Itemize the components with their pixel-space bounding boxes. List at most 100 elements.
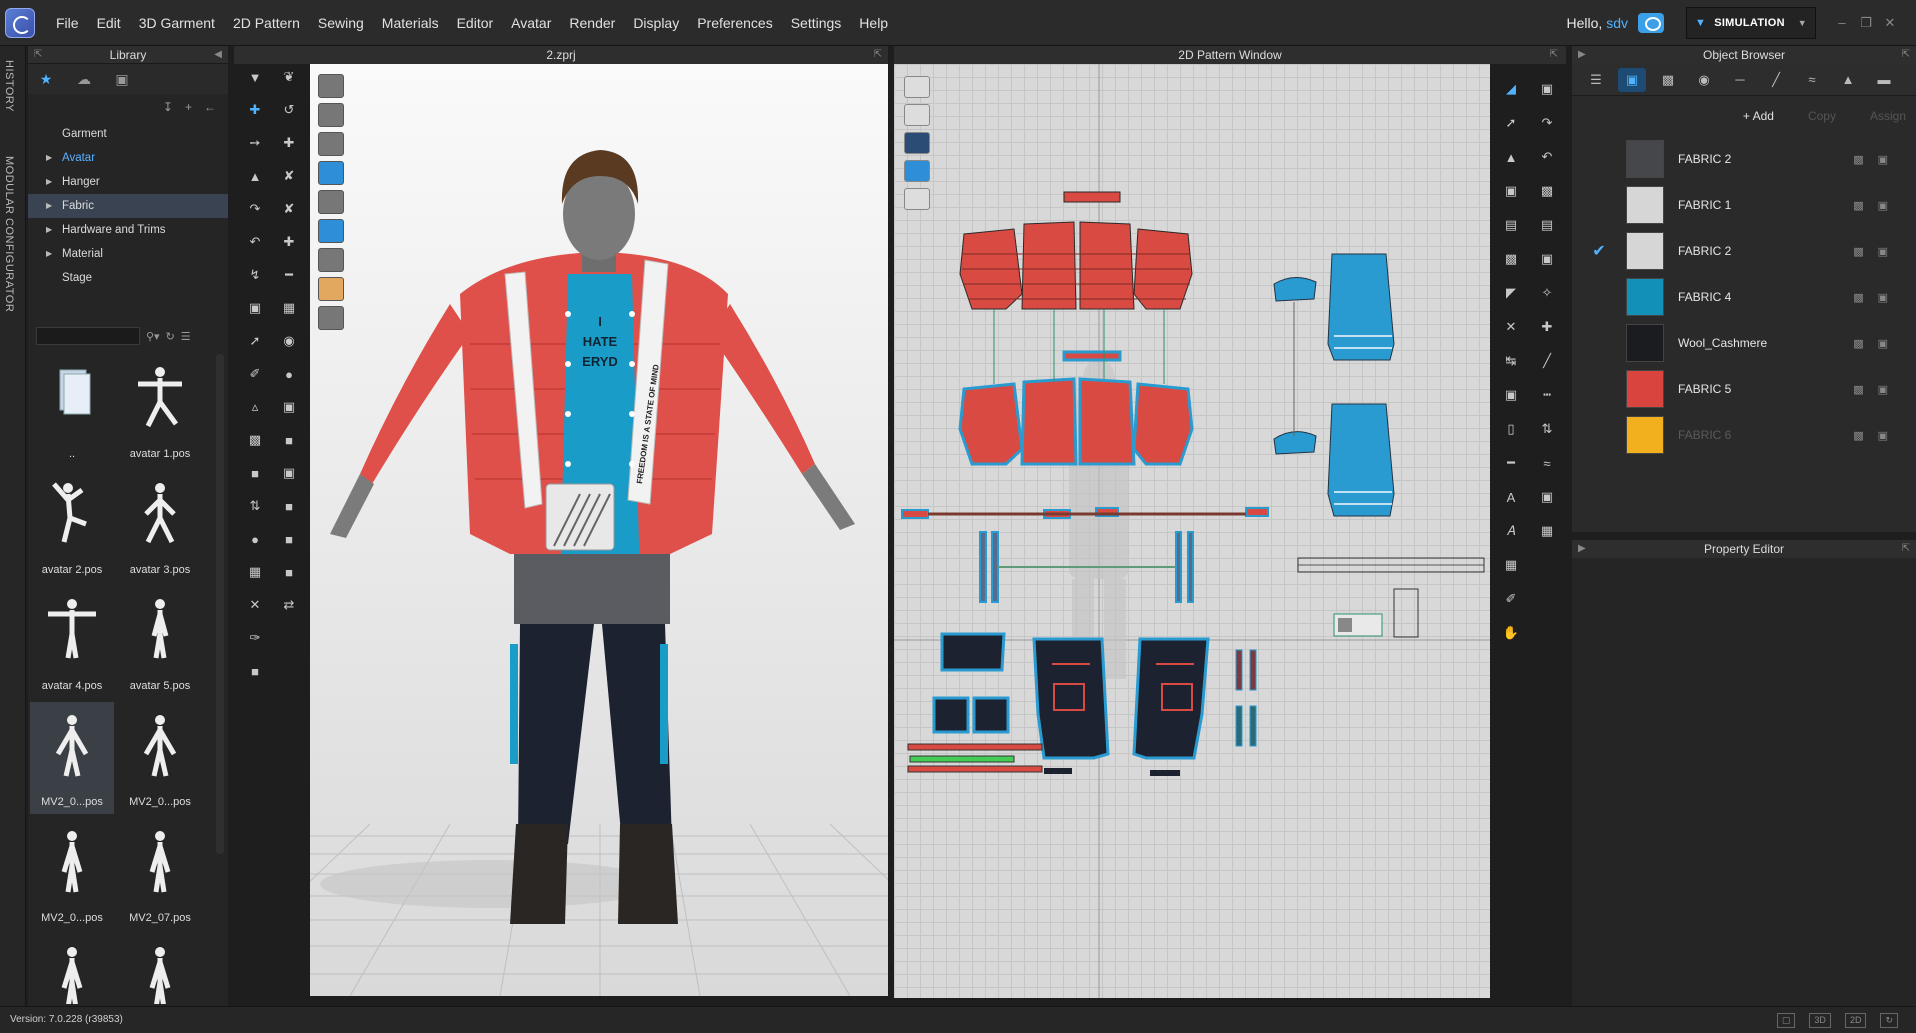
- tree-item-hanger[interactable]: ▶ Hanger: [28, 170, 228, 194]
- trace-icon[interactable]: ▩: [1534, 178, 1560, 204]
- 3d-view-icon[interactable]: 3D: [1809, 1013, 1831, 1028]
- back-arrow-icon[interactable]: ←: [204, 100, 216, 114]
- fit-icon[interactable]: ■: [242, 658, 268, 684]
- stitch-tab-icon[interactable]: ╱: [1762, 68, 1790, 92]
- ruler-tab-icon[interactable]: ▬: [1870, 68, 1898, 92]
- delete-fabric-icon[interactable]: ▣: [1878, 337, 1888, 350]
- tack-icon[interactable]: ↶: [242, 229, 268, 255]
- topstitch-icon[interactable]: ┅: [1534, 382, 1560, 408]
- puckering-tab-icon[interactable]: ≈: [1798, 68, 1826, 92]
- cloud-library-icon[interactable]: ☁: [72, 68, 96, 90]
- library-thumbnail[interactable]: avatar 4.pos: [30, 586, 114, 698]
- segment-icon[interactable]: ▣: [1534, 76, 1560, 102]
- mask-icon[interactable]: ■: [276, 526, 302, 552]
- assign-button[interactable]: Assign: [1870, 109, 1906, 123]
- avatar-pose-icon[interactable]: ❦: [276, 64, 302, 90]
- cut-icon[interactable]: ✕: [1498, 314, 1524, 340]
- pen-icon[interactable]: ✑: [242, 625, 268, 651]
- library-scrollbar[interactable]: [216, 354, 224, 854]
- fabric-row[interactable]: FABRIC 1 ▩ ▣: [1572, 182, 1916, 228]
- menu-file[interactable]: File: [47, 15, 88, 31]
- texture-display-icon[interactable]: [318, 132, 344, 156]
- fabric-swatch[interactable]: [1626, 140, 1664, 178]
- history-tab[interactable]: HISTORY: [3, 60, 15, 112]
- fabric-row[interactable]: FABRIC 2 ▩ ▣: [1572, 136, 1916, 182]
- graphic-icon[interactable]: ●: [276, 361, 302, 387]
- menu-help[interactable]: Help: [850, 15, 897, 31]
- edit-point-icon[interactable]: ➚: [1498, 110, 1524, 136]
- environment-display-icon[interactable]: [318, 306, 344, 330]
- fabric-display-icon[interactable]: [318, 161, 344, 185]
- offset-icon[interactable]: ↶: [1534, 144, 1560, 170]
- strap-icon[interactable]: ↯: [242, 262, 268, 288]
- curve-icon[interactable]: ↷: [1534, 110, 1560, 136]
- expand-arrow-icon[interactable]: ▶: [46, 242, 52, 266]
- menu-3d-garment[interactable]: 3D Garment: [130, 15, 224, 31]
- needle-icon[interactable]: ✘: [276, 163, 302, 189]
- zigzag-icon[interactable]: ≈: [1534, 450, 1560, 476]
- refresh-icon[interactable]: ↻: [166, 330, 175, 343]
- knife-icon[interactable]: ✕: [242, 592, 268, 618]
- menu-2d-pattern[interactable]: 2D Pattern: [224, 15, 309, 31]
- fabric-texture-icon[interactable]: [904, 104, 930, 126]
- fold-icon[interactable]: ↷: [242, 196, 268, 222]
- library-thumbnail[interactable]: ..: [30, 354, 114, 466]
- skin-display-icon[interactable]: [318, 277, 344, 301]
- stitch-icon[interactable]: ━: [276, 262, 302, 288]
- favorites-star-icon[interactable]: ★: [34, 68, 58, 90]
- tape-icon[interactable]: ✘: [276, 196, 302, 222]
- puckering-icon[interactable]: ■: [276, 427, 302, 453]
- wireframe-display-icon[interactable]: [318, 248, 344, 272]
- hanger-icon[interactable]: ▵: [242, 394, 268, 420]
- tree-item-material[interactable]: ▶ Material: [28, 242, 228, 266]
- undock-ob-icon[interactable]: ⇱: [1902, 46, 1910, 64]
- menu-settings[interactable]: Settings: [782, 15, 851, 31]
- shrink-icon[interactable]: ■: [276, 493, 302, 519]
- maximize-2d-icon[interactable]: ⇱: [1550, 46, 1558, 64]
- menu-sewing[interactable]: Sewing: [309, 15, 373, 31]
- fabric-swatch[interactable]: [1626, 232, 1664, 270]
- brush-icon[interactable]: ✐: [242, 361, 268, 387]
- close-icon[interactable]: ✕: [1878, 15, 1902, 31]
- hand-icon[interactable]: ✋: [1498, 620, 1524, 646]
- library-thumbnail[interactable]: [118, 934, 202, 1004]
- undock-pe-icon[interactable]: ⇱: [1902, 540, 1910, 558]
- stitch-2d-icon[interactable]: ╱: [1534, 348, 1560, 374]
- fabric-tab-icon[interactable]: ▣: [1618, 67, 1646, 92]
- fabric-row[interactable]: FABRIC 5 ▩ ▣: [1572, 366, 1916, 412]
- elastic-icon[interactable]: ▣: [276, 460, 302, 486]
- delete-fabric-icon[interactable]: ▣: [1878, 383, 1888, 396]
- body-icon[interactable]: ●: [242, 526, 268, 552]
- fabric-swatch[interactable]: [1626, 186, 1664, 224]
- fold-arrangement-icon[interactable]: ◤: [1498, 280, 1524, 306]
- minimize-icon[interactable]: –: [1830, 15, 1854, 31]
- copy-fabric-icon[interactable]: ▩: [1853, 153, 1863, 166]
- copy-fabric-icon[interactable]: ▩: [1853, 199, 1863, 212]
- flip-icon[interactable]: ⇄: [276, 592, 302, 618]
- topstitch-tab-icon[interactable]: ─: [1726, 68, 1754, 92]
- cloud-sync-icon[interactable]: [1638, 13, 1664, 33]
- fabric-swatch[interactable]: [1626, 416, 1664, 454]
- search-icon[interactable]: ⚲▾: [146, 330, 160, 343]
- 3d-viewport[interactable]: I HATE ERYD FREEDOM IS A STATE OF MIND: [310, 64, 888, 996]
- library-thumbnail[interactable]: avatar 5.pos: [118, 586, 202, 698]
- library-search-input[interactable]: [36, 327, 140, 345]
- menu-avatar[interactable]: Avatar: [502, 15, 560, 31]
- zipper-icon[interactable]: ⇅: [242, 493, 268, 519]
- button-icon[interactable]: ◉: [276, 328, 302, 354]
- text-icon[interactable]: A: [1498, 484, 1524, 510]
- tree-item-fabric[interactable]: ▶ Fabric: [28, 194, 228, 218]
- copy-fabric-icon[interactable]: ▩: [1853, 429, 1863, 442]
- store-bag-icon[interactable]: ▣: [110, 68, 134, 90]
- cube-icon[interactable]: ■: [242, 460, 268, 486]
- copy-fabric-icon[interactable]: ▩: [1853, 245, 1863, 258]
- list-view-icon[interactable]: ☰: [181, 330, 191, 343]
- copy-fabric-icon[interactable]: ▩: [1853, 291, 1863, 304]
- expand-arrow-icon[interactable]: ▶: [46, 194, 52, 218]
- sew-free-icon[interactable]: ▣: [1534, 246, 1560, 272]
- trim-icon[interactable]: ▣: [276, 394, 302, 420]
- texture-tab-icon[interactable]: ▩: [1654, 68, 1682, 92]
- camera-icon[interactable]: ▣: [242, 295, 268, 321]
- fill-icon[interactable]: ■: [276, 559, 302, 585]
- polygon-icon[interactable]: ▲: [1498, 144, 1524, 170]
